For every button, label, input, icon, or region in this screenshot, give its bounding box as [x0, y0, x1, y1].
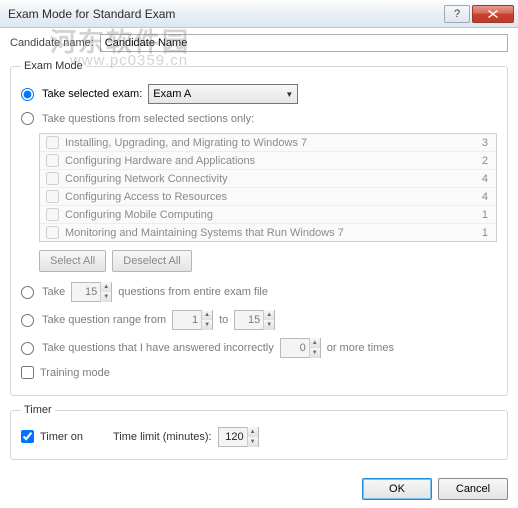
section-count: 1 [470, 209, 488, 221]
section-label: Configuring Mobile Computing [65, 209, 470, 221]
take-n-spinner[interactable]: ▲▼ [71, 282, 112, 302]
arrow-up-icon: ▲ [264, 310, 274, 320]
arrow-up-icon: ▲ [248, 427, 258, 437]
spinner-buttons[interactable]: ▲▼ [201, 310, 212, 330]
radio-from-sections-label: Take questions from selected sections on… [42, 113, 254, 125]
exam-dropdown-value: Exam A [153, 88, 191, 100]
radio-take-selected-input[interactable] [21, 88, 34, 101]
section-checkbox[interactable] [46, 226, 59, 239]
section-count: 1 [470, 227, 488, 239]
section-count: 4 [470, 173, 488, 185]
incorrect-value[interactable] [281, 342, 309, 354]
section-label: Configuring Network Connectivity [65, 173, 470, 185]
section-row[interactable]: Configuring Network Connectivity 4 [40, 170, 496, 188]
timer-limit-row: Time limit (minutes): ▲▼ [113, 427, 259, 447]
radio-from-sections-input[interactable] [21, 112, 34, 125]
timer-on-row[interactable]: Timer on [21, 430, 83, 443]
section-checkbox[interactable] [46, 136, 59, 149]
arrow-down-icon: ▼ [202, 320, 212, 330]
radio-take-n-input[interactable] [21, 286, 34, 299]
section-count: 3 [470, 137, 488, 149]
arrow-up-icon: ▲ [202, 310, 212, 320]
radio-range[interactable]: Take question range from ▲▼ to ▲▼ [21, 310, 497, 330]
timer-inner: Timer on Time limit (minutes): ▲▼ [21, 424, 497, 449]
range-to-value[interactable] [235, 314, 263, 326]
range-from-value[interactable] [173, 314, 201, 326]
incorrect-prefix: Take questions that I have answered inco… [42, 342, 274, 354]
take-n-suffix: questions from entire exam file [118, 286, 268, 298]
arrow-up-icon: ▲ [101, 282, 111, 292]
dialog-content: Candidate name: Exam Mode Take selected … [0, 28, 518, 472]
section-count: 4 [470, 191, 488, 203]
timer-limit-label: Time limit (minutes): [113, 431, 212, 443]
spinner-buttons[interactable]: ▲▼ [309, 338, 320, 358]
timer-on-label: Timer on [40, 431, 83, 443]
range-prefix: Take question range from [42, 314, 166, 326]
arrow-down-icon: ▼ [310, 348, 320, 358]
radio-take-n[interactable]: Take ▲▼ questions from entire exam file [21, 282, 497, 302]
section-row[interactable]: Configuring Access to Resources 4 [40, 188, 496, 206]
range-mid: to [219, 314, 228, 326]
take-n-value[interactable] [72, 286, 100, 298]
section-count: 2 [470, 155, 488, 167]
help-button[interactable]: ? [444, 5, 470, 23]
take-n-prefix: Take [42, 286, 65, 298]
arrow-up-icon: ▲ [310, 338, 320, 348]
radio-incorrect-input[interactable] [21, 342, 34, 355]
deselect-all-button[interactable]: Deselect All [112, 250, 191, 272]
section-checkbox[interactable] [46, 154, 59, 167]
candidate-row: Candidate name: [10, 34, 508, 52]
arrow-down-icon: ▼ [101, 292, 111, 302]
range-from-spinner[interactable]: ▲▼ [172, 310, 213, 330]
close-icon [488, 10, 498, 18]
radio-take-selected[interactable]: Take selected exam: Exam A ▼ [21, 84, 497, 104]
exam-mode-legend: Exam Mode [21, 60, 86, 72]
section-row[interactable]: Monitoring and Maintaining Systems that … [40, 224, 496, 241]
window-controls: ? [444, 5, 514, 23]
sections-list: Installing, Upgrading, and Migrating to … [39, 133, 497, 242]
spinner-buttons[interactable]: ▲▼ [263, 310, 274, 330]
timer-legend: Timer [21, 404, 55, 416]
section-checkbox[interactable] [46, 190, 59, 203]
arrow-down-icon: ▼ [248, 437, 258, 447]
exam-dropdown[interactable]: Exam A ▼ [148, 84, 298, 104]
close-button[interactable] [472, 5, 514, 23]
incorrect-suffix: or more times [327, 342, 394, 354]
timer-limit-spinner[interactable]: ▲▼ [218, 427, 259, 447]
timer-on-checkbox[interactable] [21, 430, 34, 443]
training-mode-label: Training mode [40, 367, 110, 379]
window-title: Exam Mode for Standard Exam [8, 7, 444, 21]
training-mode-row[interactable]: Training mode [21, 366, 497, 379]
arrow-down-icon: ▼ [264, 320, 274, 330]
radio-range-input[interactable] [21, 314, 34, 327]
timer-limit-value[interactable] [219, 431, 247, 443]
ok-button[interactable]: OK [362, 478, 432, 500]
range-to-spinner[interactable]: ▲▼ [234, 310, 275, 330]
timer-group: Timer Timer on Time limit (minutes): ▲▼ [10, 404, 508, 460]
candidate-label: Candidate name: [10, 37, 94, 49]
section-checkbox[interactable] [46, 172, 59, 185]
incorrect-spinner[interactable]: ▲▼ [280, 338, 321, 358]
section-checkbox[interactable] [46, 208, 59, 221]
chevron-down-icon: ▼ [285, 90, 293, 99]
training-mode-checkbox[interactable] [21, 366, 34, 379]
candidate-name-input[interactable] [100, 34, 508, 52]
section-label: Configuring Access to Resources [65, 191, 470, 203]
radio-from-sections[interactable]: Take questions from selected sections on… [21, 112, 497, 125]
section-buttons: Select All Deselect All [39, 250, 497, 272]
section-row[interactable]: Configuring Mobile Computing 1 [40, 206, 496, 224]
section-row[interactable]: Installing, Upgrading, and Migrating to … [40, 134, 496, 152]
section-row[interactable]: Configuring Hardware and Applications 2 [40, 152, 496, 170]
section-label: Installing, Upgrading, and Migrating to … [65, 137, 470, 149]
select-all-button[interactable]: Select All [39, 250, 106, 272]
section-label: Configuring Hardware and Applications [65, 155, 470, 167]
spinner-buttons[interactable]: ▲▼ [247, 427, 258, 447]
section-label: Monitoring and Maintaining Systems that … [65, 227, 470, 239]
titlebar: Exam Mode for Standard Exam ? [0, 0, 518, 28]
spinner-buttons[interactable]: ▲▼ [100, 282, 111, 302]
radio-incorrect[interactable]: Take questions that I have answered inco… [21, 338, 497, 358]
exam-mode-group: Exam Mode Take selected exam: Exam A ▼ T… [10, 60, 508, 396]
radio-take-selected-label: Take selected exam: [42, 88, 142, 100]
cancel-button[interactable]: Cancel [438, 478, 508, 500]
